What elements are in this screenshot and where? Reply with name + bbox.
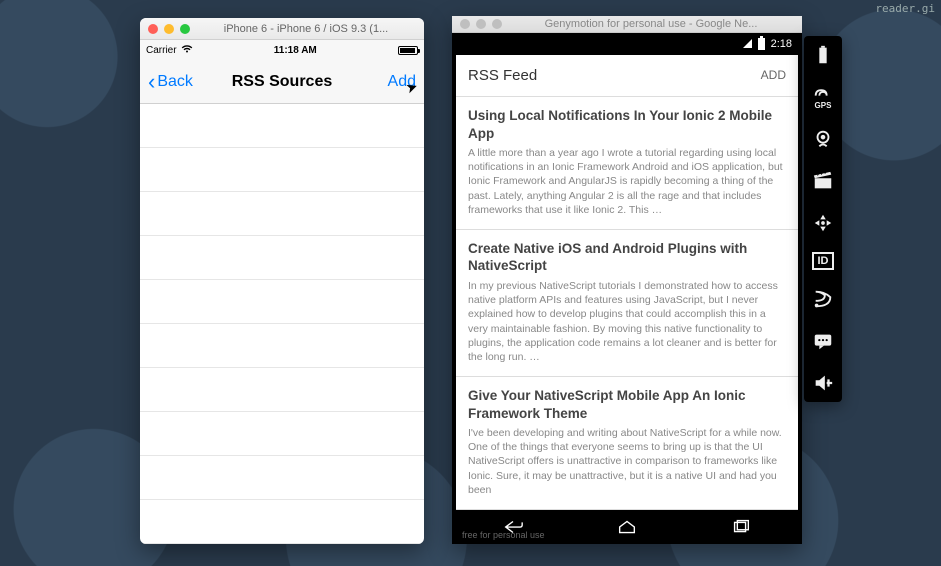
add-button[interactable]: Add ➤	[388, 73, 416, 91]
genymotion-window-title: Genymotion for personal use - Google Ne.…	[508, 18, 794, 30]
feed-item-title: Give Your NativeScript Mobile App An Ion…	[468, 387, 786, 422]
android-screen: 2:18 RSS Feed ADD Using Local Notificati…	[452, 33, 802, 544]
chevron-left-icon: ‹	[148, 71, 155, 93]
android-time: 2:18	[771, 38, 792, 50]
list-row	[140, 500, 424, 544]
list-row	[140, 236, 424, 280]
gps-label: GPS	[815, 101, 832, 110]
ios-window-title: iPhone 6 - iPhone 6 / iOS 9.3 (1...	[196, 23, 416, 35]
list-row	[140, 104, 424, 148]
app-header: RSS Feed ADD	[456, 55, 798, 97]
android-back-button[interactable]	[502, 519, 524, 535]
close-icon[interactable]	[460, 19, 470, 29]
list-row	[140, 192, 424, 236]
back-button[interactable]: ‹ Back	[148, 71, 193, 93]
traffic-lights-inactive	[460, 19, 502, 29]
watermark-text: reader.gi	[875, 2, 935, 15]
feed-item[interactable]: Give Your NativeScript Mobile App An Ion…	[456, 377, 798, 510]
feed-item-desc: A little more than a year ago I wrote a …	[468, 146, 786, 217]
feed-item-title: Using Local Notifications In Your Ionic …	[468, 107, 786, 142]
list-row	[140, 280, 424, 324]
list-row	[140, 412, 424, 456]
list-row	[140, 368, 424, 412]
list-row	[140, 456, 424, 500]
feed-list[interactable]: Using Local Notifications In Your Ionic …	[456, 97, 798, 510]
battery-icon	[398, 46, 418, 55]
signal-icon	[743, 39, 752, 48]
android-nav-bar: free for personal use	[456, 510, 798, 544]
feed-item-title: Create Native iOS and Android Plugins wi…	[468, 240, 786, 275]
genymotion-window: Genymotion for personal use - Google Ne.…	[452, 16, 802, 544]
identifier-tool-icon[interactable]: ID	[812, 252, 834, 270]
add-button[interactable]: ADD	[761, 68, 786, 82]
remote-tool-icon[interactable]	[810, 210, 836, 236]
list-row	[140, 148, 424, 192]
list-row	[140, 324, 424, 368]
ios-status-bar: Carrier 11:18 AM	[140, 40, 424, 60]
app-header-title: RSS Feed	[468, 67, 537, 84]
id-label: ID	[818, 255, 829, 267]
feed-item-desc: In my previous NativeScript tutorials I …	[468, 279, 786, 364]
network-tool-icon[interactable]	[810, 286, 836, 312]
genymotion-toolbar: GPS ID	[804, 36, 842, 402]
android-home-button[interactable]	[616, 519, 638, 535]
ios-nav-bar: ‹ Back RSS Sources Add ➤	[140, 60, 424, 104]
feed-item[interactable]: Using Local Notifications In Your Ionic …	[456, 97, 798, 230]
wifi-icon	[181, 44, 193, 56]
add-label: Add	[388, 73, 416, 90]
close-icon[interactable]	[148, 24, 158, 34]
zoom-icon[interactable]	[180, 24, 190, 34]
rss-sources-list[interactable]	[140, 104, 424, 544]
ios-time: 11:18 AM	[274, 45, 317, 56]
feed-item[interactable]: Create Native iOS and Android Plugins wi…	[456, 230, 798, 377]
battery-icon	[758, 38, 765, 50]
volume-tool-icon[interactable]	[810, 370, 836, 396]
android-recent-button[interactable]	[730, 519, 752, 535]
carrier-label: Carrier	[146, 45, 177, 56]
android-status-bar[interactable]: 2:18	[456, 33, 798, 55]
camera-tool-icon[interactable]	[810, 126, 836, 152]
ios-window-titlebar[interactable]: iPhone 6 - iPhone 6 / iOS 9.3 (1...	[140, 18, 424, 40]
battery-tool-icon[interactable]	[810, 42, 836, 68]
minimize-icon[interactable]	[476, 19, 486, 29]
gps-tool-icon[interactable]: GPS	[810, 84, 836, 110]
ios-simulator-window: iPhone 6 - iPhone 6 / iOS 9.3 (1... Carr…	[140, 18, 424, 544]
traffic-lights	[148, 24, 190, 34]
sms-tool-icon[interactable]	[810, 328, 836, 354]
back-label: Back	[157, 73, 193, 91]
minimize-icon[interactable]	[164, 24, 174, 34]
feed-item-desc: I've been developing and writing about N…	[468, 426, 786, 497]
android-app-content: RSS Feed ADD Using Local Notifications I…	[456, 55, 798, 510]
zoom-icon[interactable]	[492, 19, 502, 29]
clapper-tool-icon[interactable]	[810, 168, 836, 194]
genymotion-titlebar[interactable]: Genymotion for personal use - Google Ne.…	[452, 16, 802, 33]
